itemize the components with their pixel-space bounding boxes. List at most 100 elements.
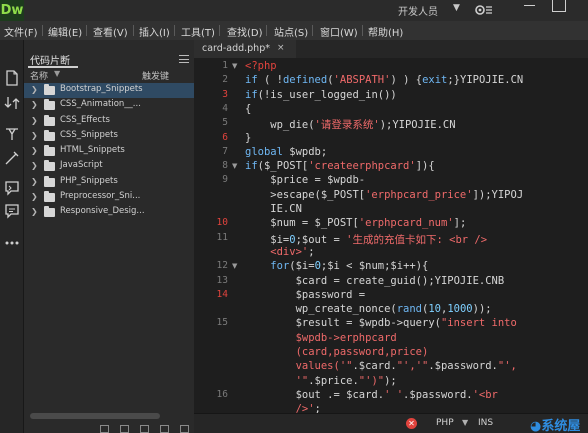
snippet-folder-item[interactable]: ❯ HTML_Snippets [24,144,194,159]
comment-icon[interactable] [4,180,20,196]
folder-icon [44,160,55,172]
fold-icon[interactable]: ▼ [232,62,237,70]
code-token: ;$i < $num;$i++){ [320,260,429,273]
title-bar: Dw 开发人员 ▼ [0,0,588,21]
menu-site[interactable]: 站点(S) [274,24,308,39]
folder-icon [44,99,55,111]
menu-bar: 文件(F) 编辑(E) 查看(V) 插入(I) 工具(T) 查找(D) 站点(S… [0,21,588,40]
horizontal-scrollbar[interactable] [30,413,160,419]
snippet-folder-label: JavaScript [60,160,103,171]
code-line: if($_POST['createerphpcard']){ [245,160,435,172]
menu-view[interactable]: 查看(V) [93,24,128,39]
folder-icon [44,145,55,157]
menu-divider [219,25,220,36]
error-icon[interactable]: ✕ [406,418,417,429]
column-name[interactable]: 名称 [30,69,48,82]
menu-divider [42,25,43,36]
line-number: 11 [216,231,228,243]
sync-settings-icon[interactable] [474,3,494,17]
tab-card-add-php[interactable]: card-add.php* × [194,40,296,58]
column-header: 名称 ▼ 触发键 [24,69,194,83]
chevron-right-icon[interactable]: ❯ [31,207,38,216]
menu-help[interactable]: 帮助(H) [368,24,403,39]
code-token: <div>' [245,245,309,258]
snippet-icon[interactable] [4,203,20,219]
code-token: IE.CN [245,203,302,215]
menu-tools[interactable]: 工具(T) [181,24,215,39]
code-line: if(!is_user_logged_in()) [245,89,397,101]
snippet-folder-item[interactable]: ❯ Preprocessor_Sni... [24,190,194,205]
insert-snippet-icon[interactable] [100,425,109,433]
line-number: 12 [216,260,228,272]
chevron-right-icon[interactable]: ❯ [31,177,38,186]
code-area[interactable]: <?php if ( !defined('ABSPATH') ) {exit;}Y… [245,58,588,413]
code-token: ( ! [257,74,283,87]
close-icon[interactable]: × [277,43,285,53]
panel-tab-bar: 代码片断 [24,50,194,68]
edit-snippet-icon[interactable] [160,425,169,433]
menu-file[interactable]: 文件(F) [4,24,38,39]
more-icon[interactable] [4,235,20,251]
format-source-icon[interactable] [4,126,20,142]
snippet-folder-item[interactable]: ❯ JavaScript [24,159,194,174]
snippet-folder-item[interactable]: ❯ CSS_Snippets [24,129,194,144]
snippet-folder-item[interactable]: ❯ CSS_Effects [24,114,194,129]
document-type-select[interactable]: PHP [436,418,454,428]
tab-snippets[interactable]: 代码片断 [30,52,70,67]
code-token: >escape($_POST[ [245,188,366,201]
column-trigger-key[interactable]: 触发键 [142,69,169,82]
file-management-icon[interactable] [4,95,20,111]
sort-down-icon[interactable]: ▼ [54,69,60,78]
new-snippet-icon[interactable] [140,425,149,433]
dreamweaver-logo: Dw [0,0,24,21]
menu-divider [174,25,175,36]
error-line-number: 6 [222,131,228,143]
fold-icon[interactable]: ▼ [232,262,237,270]
menu-window[interactable]: 窗口(W) [320,24,358,39]
maximize-button[interactable] [552,0,566,12]
code-token: "insert into [440,317,517,330]
code-token: global [245,145,283,158]
workspace-switcher[interactable]: 开发人员 [398,3,438,18]
chevron-right-icon[interactable]: ❯ [31,85,38,94]
chevron-right-icon[interactable]: ❯ [31,192,38,201]
code-token: wp_create_nonce( [245,303,397,316]
chevron-right-icon[interactable]: ❯ [31,146,38,155]
snippet-folder-item[interactable]: ❯ PHP_Snippets [24,175,194,190]
chevron-right-icon[interactable]: ❯ [31,131,38,140]
code-line: $password = [245,289,366,301]
delete-icon[interactable] [180,425,189,433]
line-number: 7 [222,145,228,157]
folder-icon [44,175,55,187]
minimize-button[interactable] [524,5,535,6]
chevron-down-icon[interactable]: ▼ [462,418,468,427]
chevron-right-icon[interactable]: ❯ [31,116,38,125]
code-token: "')" [358,374,385,387]
file-icon[interactable] [4,70,20,86]
insert-mode-indicator[interactable]: INS [478,418,493,428]
menu-edit[interactable]: 编辑(E) [48,24,82,39]
code-token: ;}YIPOJIE.CN [447,74,524,87]
chevron-right-icon[interactable]: ❯ [31,100,38,109]
snippet-folder-item[interactable]: ❯ Bootstrap_Snippets [24,83,194,99]
code-line: $num = $_POST['erphpcard_num']; [245,217,466,229]
snippet-folder-item[interactable]: ❯ CSS_Animation__... [24,98,194,113]
code-line: $out .= $card.' '.$password.'<br [245,389,498,401]
chevron-down-icon[interactable]: ▼ [453,3,460,13]
chevron-right-icon[interactable]: ❯ [31,161,38,170]
line-number: 9 [222,174,228,186]
wrap-tag-icon[interactable] [4,150,20,166]
code-token: ; [314,403,321,413]
code-token: 1000 [447,303,473,316]
fold-icon[interactable]: ▼ [232,162,237,170]
snippet-folder-item[interactable]: ❯ Responsive_Desig... [24,205,194,220]
code-token: if [245,74,258,87]
new-folder-icon[interactable] [120,425,129,433]
code-line: <div>'; [245,245,314,258]
code-line: $result = $wpdb->query("insert into [245,317,517,329]
panel-menu-icon[interactable] [179,55,189,63]
menu-find[interactable]: 查找(D) [227,24,263,39]
panel-footer [24,424,194,433]
code-token: .$password. [428,360,498,373]
menu-insert[interactable]: 插入(I) [139,24,170,39]
